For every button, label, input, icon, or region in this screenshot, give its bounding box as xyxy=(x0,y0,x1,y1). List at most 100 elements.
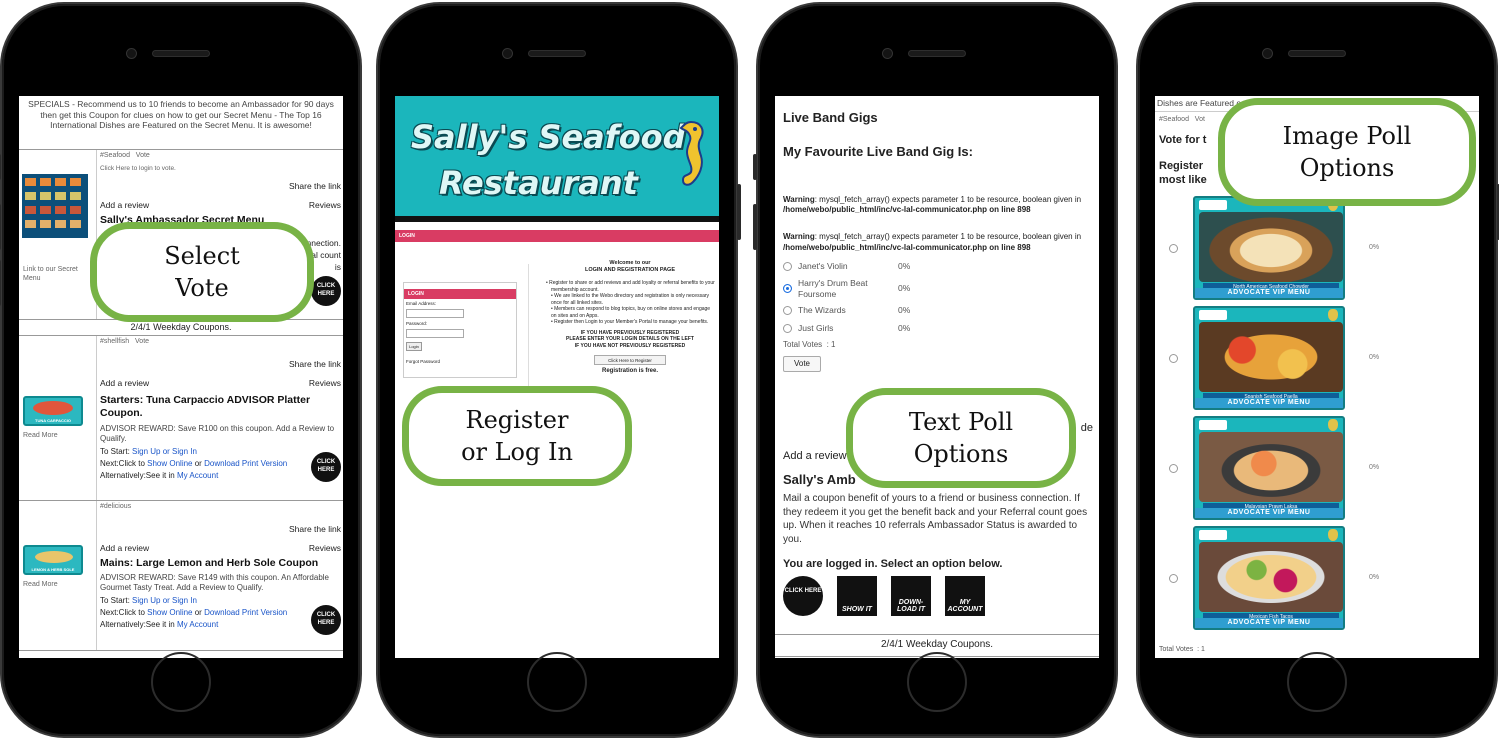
coupon-body: ADVISOR REWARD: Save R100 on this coupon… xyxy=(100,423,335,443)
show-it-icon[interactable]: SHOW IT xyxy=(837,576,877,616)
password-label: Password: xyxy=(406,320,428,326)
vip-menu-label: ADVOCATE VIP MENU xyxy=(1195,398,1343,408)
add-review-link[interactable]: Add a review xyxy=(100,378,149,389)
download-icon[interactable]: DOWN-LOAD IT xyxy=(891,576,931,616)
registration-free: Registration is free. xyxy=(601,368,658,375)
menu-tag xyxy=(1199,200,1227,210)
register-button[interactable]: Click Here to Register xyxy=(594,355,666,366)
vip-menu-label: ADVOCATE VIP MENU xyxy=(1195,508,1343,518)
poll-option[interactable]: Janet's Violin 0% xyxy=(783,258,1091,276)
login-to-vote-note[interactable]: Click Here to login to vote. xyxy=(100,165,341,173)
next-label: Next:Click to xyxy=(100,458,145,468)
radio-button[interactable] xyxy=(783,262,792,272)
poll-image-card[interactable]: Mexican Fish Tacos ADVOCATE VIP MENU xyxy=(1193,526,1345,630)
or-text: or xyxy=(194,458,202,468)
click-here-badge[interactable]: CLICK HERE xyxy=(311,276,341,306)
welcome-line-1: Welcome to our xyxy=(609,260,651,266)
earpiece-speaker xyxy=(528,50,586,57)
poll-option[interactable]: Just Girls 0% xyxy=(783,320,1091,338)
my-account-link[interactable]: My Account xyxy=(177,620,218,629)
front-camera xyxy=(502,48,513,59)
welcome-panel: Welcome to our LOGIN AND REGISTRATION PA… xyxy=(545,260,715,376)
coupon-tags[interactable]: #Seafood Vote xyxy=(100,152,341,161)
seahorse-icon xyxy=(679,120,704,186)
option-percent: 0% xyxy=(898,305,911,316)
email-label: Email Address: xyxy=(406,301,437,307)
total-votes: Total Votes : 1 xyxy=(783,339,836,349)
add-review-link[interactable]: Add a review xyxy=(783,450,847,464)
radio-button[interactable] xyxy=(783,306,792,316)
next-label: Next:Click to xyxy=(100,608,145,618)
radio-button[interactable] xyxy=(783,324,792,334)
thumbnail-label: LEMON & HERB SOLE xyxy=(31,567,75,573)
sign-in-link[interactable]: Sign Up or Sign In xyxy=(132,447,197,456)
coupon-tags[interactable]: #delicious xyxy=(100,503,341,512)
warning-text: : mysql_fetch_array() expects parameter … xyxy=(814,194,1082,204)
coupon-details: #Seafood Vote Click Here to login to vot… xyxy=(100,150,341,306)
page-heading: Live Band Gigs xyxy=(783,110,878,125)
coupon-tags[interactable]: #shellfish Vote xyxy=(100,338,341,347)
phone-3: Live Band Gigs My Favourite Live Band Gi… xyxy=(753,4,1116,736)
sign-in-link[interactable]: Sign Up or Sign In xyxy=(132,596,197,605)
my-account-link[interactable]: My Account xyxy=(177,471,218,480)
warning-line: on line 898 xyxy=(989,242,1031,252)
radio-button-selected[interactable] xyxy=(783,284,792,294)
option-percent: 0% xyxy=(1369,244,1380,251)
next-line: Next:Click to Show Online or Download Pr… xyxy=(100,459,300,469)
lemon-herb-sole-thumbnail[interactable]: LEMON & HERB SOLE xyxy=(23,545,83,576)
php-warning: Warning: mysql_fetch_array() expects par… xyxy=(783,195,1091,217)
my-account-icon[interactable]: MY ACCOUNT xyxy=(945,576,985,616)
poll-option[interactable]: The Wizards 0% xyxy=(783,302,1091,320)
home-button[interactable] xyxy=(1287,652,1347,712)
bullet-item: • Register to share or add reviews and a… xyxy=(546,280,715,293)
click-here-badge[interactable]: CLICK HERE xyxy=(783,576,823,616)
not-registered-note: IF YOU HAVE NOT PREVIOUSLY REGISTERED xyxy=(574,342,686,349)
read-more-link[interactable]: Read More xyxy=(23,432,58,441)
add-review-link[interactable]: Add a review xyxy=(100,200,149,211)
download-print-link[interactable]: Download Print Version xyxy=(204,459,287,468)
tuna-carpaccio-thumbnail[interactable]: TUNA CARPACCIO xyxy=(23,396,83,427)
poll-image-option[interactable]: Spanish Seafood Paella ADVOCATE VIP MENU… xyxy=(1155,306,1479,412)
email-field[interactable] xyxy=(406,308,464,318)
poll-options: Janet's Violin 0% Harry's Drum Beat Four… xyxy=(783,258,1091,338)
add-review-link[interactable]: Add a review xyxy=(100,543,149,554)
poll-image-option[interactable]: North American Seafood Chowder ADVOCATE … xyxy=(1155,196,1479,302)
share-link[interactable]: Share the link xyxy=(100,359,341,370)
share-link[interactable]: Share the link xyxy=(100,524,341,535)
radio-button[interactable] xyxy=(1169,244,1178,253)
reviews-link[interactable]: Reviews xyxy=(309,543,341,554)
click-here-badge[interactable]: CLICK HERE xyxy=(311,605,341,636)
home-button[interactable] xyxy=(527,652,587,712)
home-button[interactable] xyxy=(907,652,967,712)
reviews-link[interactable]: Reviews xyxy=(309,378,341,389)
home-button[interactable] xyxy=(151,652,211,712)
power-button xyxy=(737,184,741,240)
poll-image-option[interactable]: Mexican Fish Tacos ADVOCATE VIP MENU 0% xyxy=(1155,526,1479,632)
secret-menu-link[interactable]: Link to our Secret Menu xyxy=(23,266,91,284)
callout-register: Register or Log In xyxy=(402,386,632,486)
partial-text: de xyxy=(1080,422,1093,434)
login-button[interactable]: Login xyxy=(406,341,422,351)
radio-button[interactable] xyxy=(1169,574,1178,583)
forgot-password-link[interactable]: Forgot Password xyxy=(404,359,516,365)
poll-image-card[interactable]: Malaysian Prawn Laksa ADVOCATE VIP MENU xyxy=(1193,416,1345,520)
read-more-link[interactable]: Read More xyxy=(23,581,58,590)
radio-button[interactable] xyxy=(1169,354,1178,363)
weekday-coupons-bar[interactable]: 2/4/1 Weekday Coupons. xyxy=(19,320,343,337)
prawn-laksa-image xyxy=(1199,432,1343,502)
reviews-link[interactable]: Reviews xyxy=(309,200,341,211)
poll-image-card[interactable]: Spanish Seafood Paella ADVOCATE VIP MENU xyxy=(1193,306,1345,410)
show-online-link[interactable]: Show Online xyxy=(147,608,192,617)
poll-image-card[interactable]: North American Seafood Chowder ADVOCATE … xyxy=(1193,196,1345,300)
vote-button[interactable]: Vote xyxy=(783,355,821,372)
show-online-link[interactable]: Show Online xyxy=(147,459,192,468)
poll-question: My Favourite Live Band Gig Is: xyxy=(783,144,973,160)
radio-button[interactable] xyxy=(1169,464,1178,473)
secret-menu-thumbnail[interactable] xyxy=(22,174,88,238)
poll-image-option[interactable]: Malaysian Prawn Laksa ADVOCATE VIP MENU … xyxy=(1155,416,1479,522)
option-percent: 0% xyxy=(898,283,911,294)
poll-option[interactable]: Harry's Drum Beat Foursome 0% xyxy=(783,276,1091,302)
password-field[interactable] xyxy=(406,328,464,338)
share-link[interactable]: Share the link xyxy=(100,181,341,192)
download-print-link[interactable]: Download Print Version xyxy=(204,608,287,617)
